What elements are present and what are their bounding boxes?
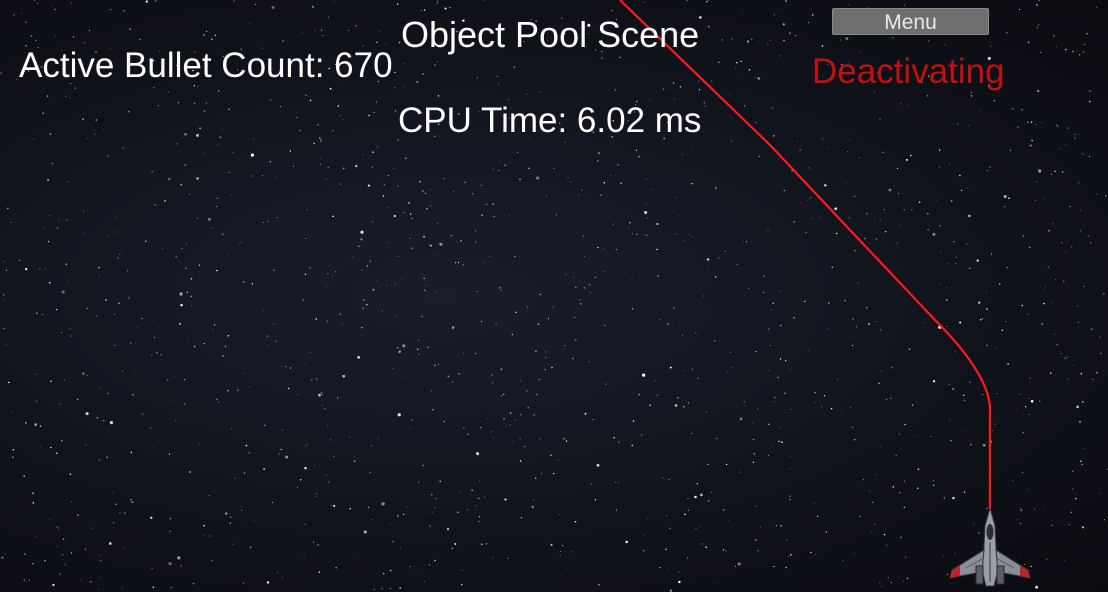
active-bullet-count: Active Bullet Count: 670 (19, 46, 393, 85)
scene-title: Object Pool Scene (401, 14, 700, 55)
cpu-time-readout: CPU Time: 6.02 ms (398, 101, 702, 140)
spaceship-icon[interactable] (946, 508, 1034, 592)
menu-button[interactable]: Menu (832, 8, 989, 35)
pool-status-text: Deactivating (812, 52, 1005, 91)
